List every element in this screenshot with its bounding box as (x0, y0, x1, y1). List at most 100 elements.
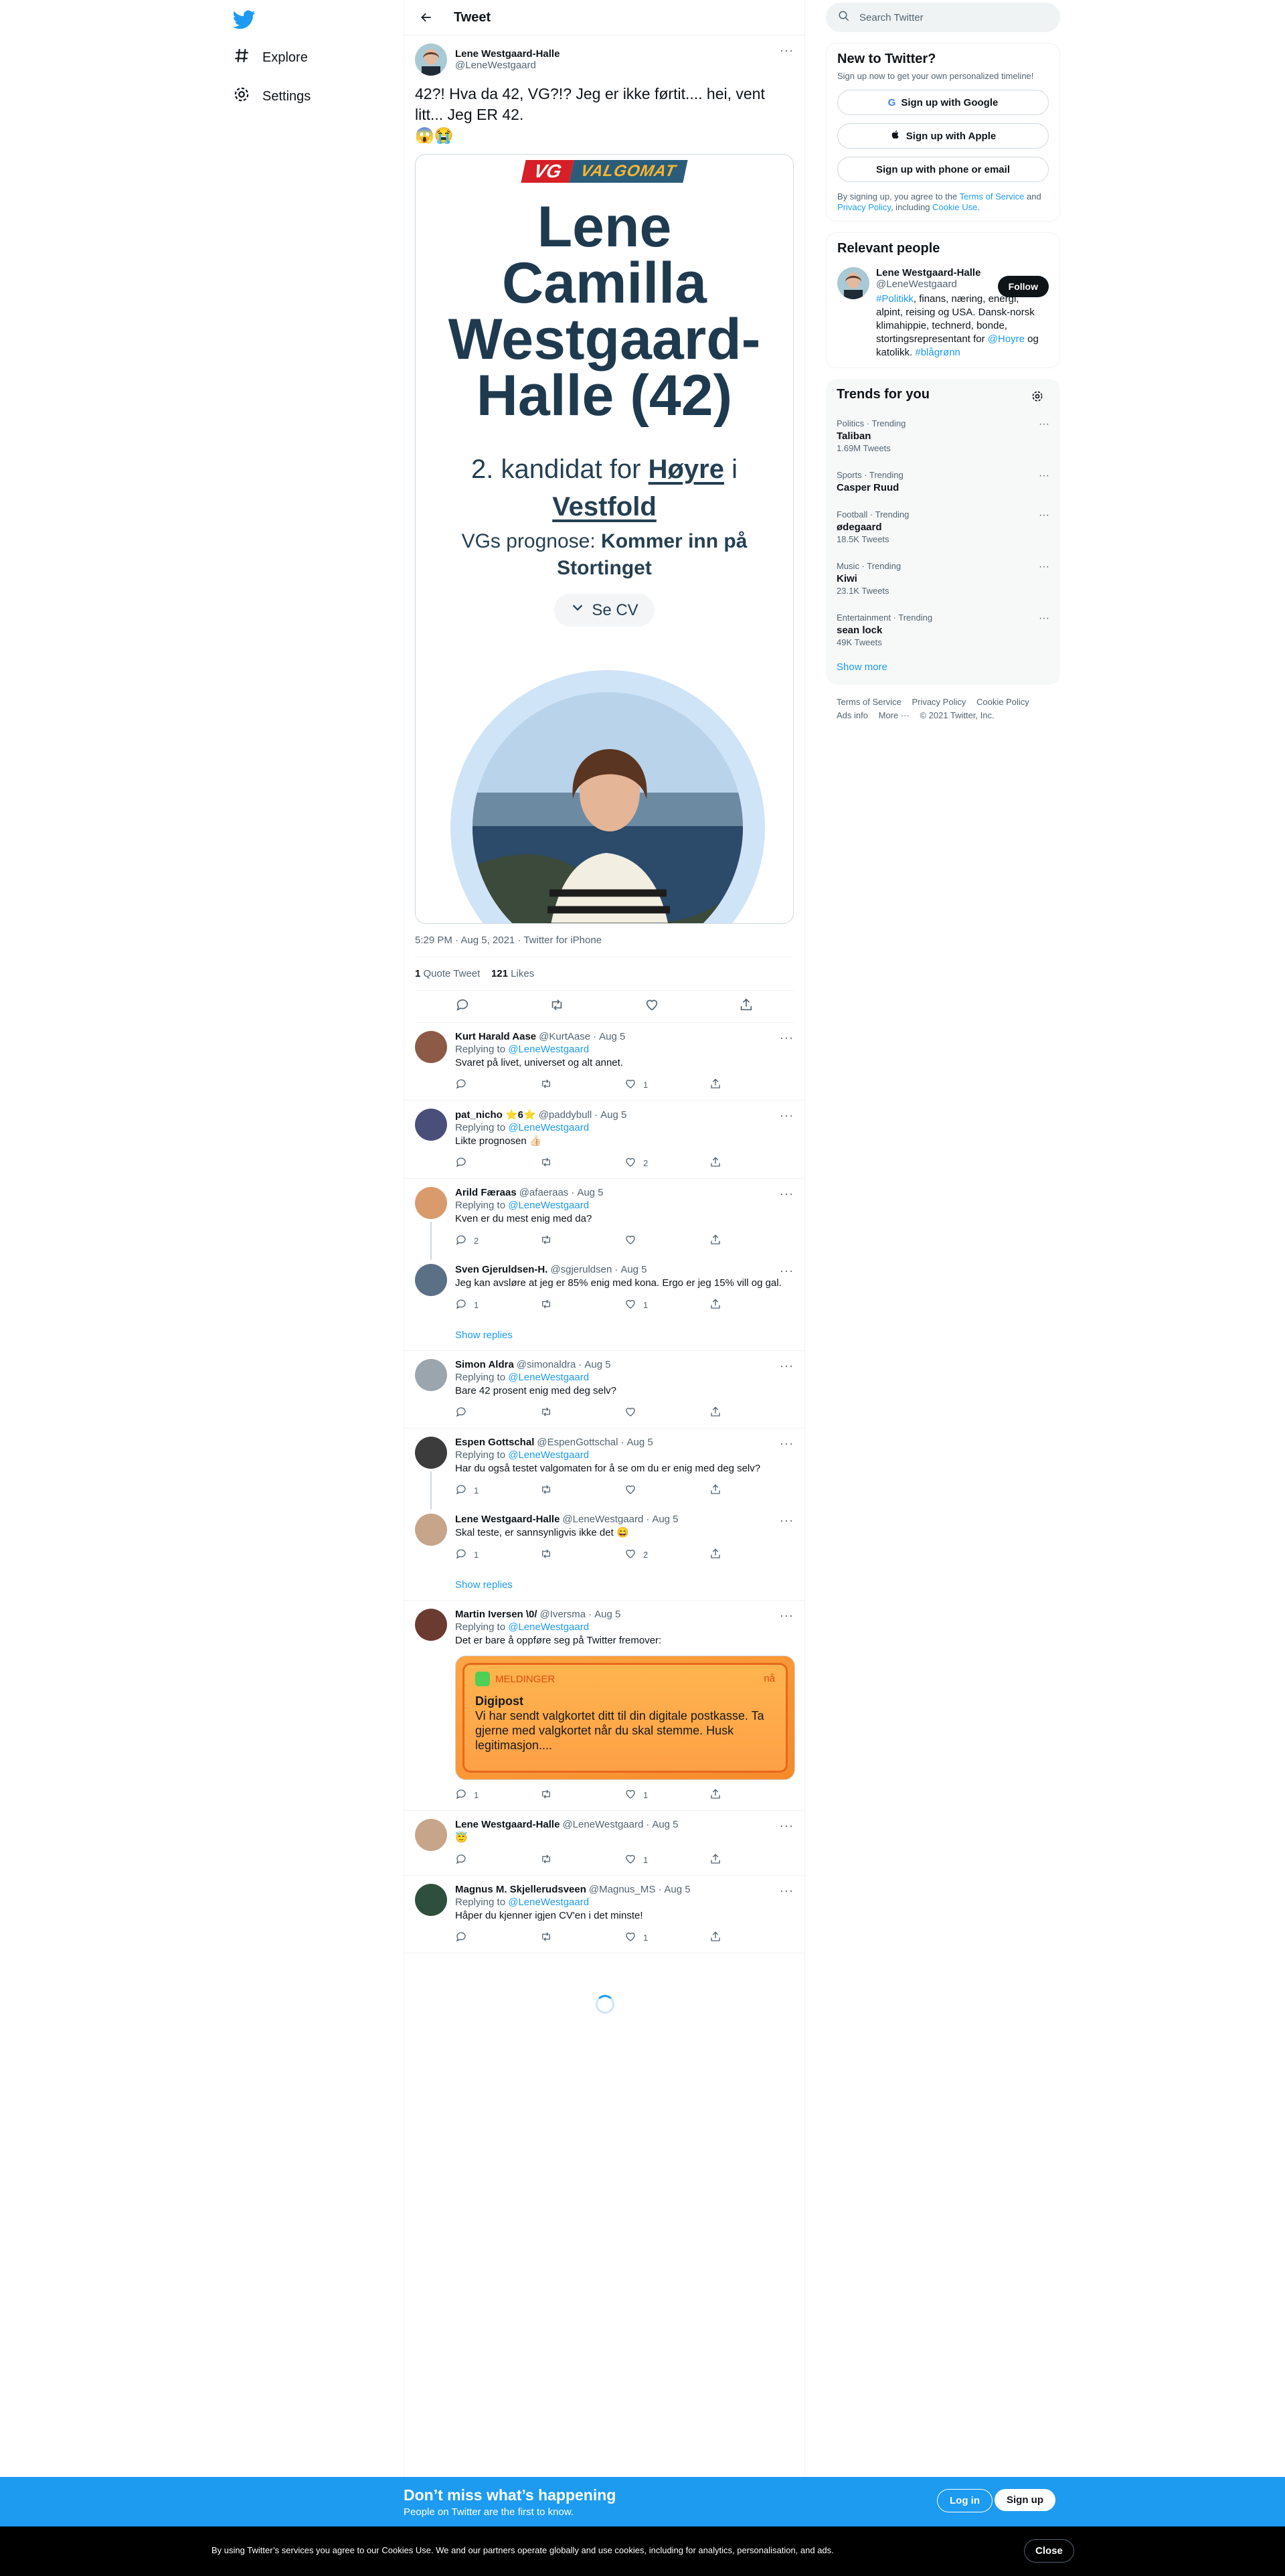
trend-item[interactable]: Politics · Trending Taliban 1.69M Tweets ··… (837, 410, 1049, 462)
trend-item[interactable]: Music · Trending Kiwi 23.1K Tweets ··· (837, 553, 1049, 605)
reply-author-handle[interactable]: @sgjeruldsen (550, 1264, 612, 1275)
show-replies-link[interactable]: Show replies (404, 1320, 804, 1351)
more-icon[interactable]: ··· (1039, 418, 1049, 430)
back-arrow-icon[interactable] (415, 6, 438, 29)
tweet-image[interactable]: VG VALGOMAT Lene Camilla Westgaard- Hall… (415, 154, 794, 924)
like-action[interactable]: 1 (624, 1078, 709, 1092)
more-icon[interactable]: ··· (780, 1359, 794, 1373)
reply-tweet[interactable]: ··· Lene Westgaard-Halle @LeneWestgaard · Au… (404, 1506, 804, 1570)
avatar[interactable] (415, 1514, 447, 1546)
reply-author-handle[interactable]: @EspenGottschal (537, 1437, 618, 1448)
reply-date[interactable]: Aug 5 (594, 1609, 620, 1620)
avatar[interactable] (415, 1609, 447, 1641)
more-icon[interactable]: ··· (780, 44, 794, 58)
more-icon[interactable]: ··· (780, 1031, 794, 1045)
avatar[interactable] (415, 1109, 447, 1141)
more-icon[interactable]: ··· (1039, 509, 1049, 521)
reply-author-handle[interactable]: @Magnus_MS (589, 1884, 655, 1895)
likes[interactable]: 121 Likes (491, 968, 534, 979)
footer-cookie-link[interactable]: Cookie Policy (976, 697, 1029, 707)
like-action[interactable]: 1 (624, 1931, 709, 1945)
reply-action[interactable]: 2 (455, 1234, 540, 1248)
retweet-action[interactable] (540, 1483, 625, 1498)
reply-author-handle[interactable]: @LeneWestgaard (562, 1819, 643, 1830)
more-icon[interactable]: ··· (1039, 561, 1049, 573)
reply-tweet[interactable]: ··· Kurt Harald Aase @KurtAase · Aug 5 Replyi… (404, 1023, 804, 1101)
reply-author-name[interactable]: Martin Iversen \0/ (455, 1609, 537, 1620)
reply-author-name[interactable]: pat_nicho ⭐6⭐ (455, 1109, 536, 1121)
twitter-logo-icon[interactable] (232, 8, 266, 33)
replying-mention[interactable]: @LeneWestgaard (508, 1044, 589, 1055)
reply-date[interactable]: Aug 5 (600, 1109, 626, 1121)
login-button[interactable]: Log in (937, 2489, 993, 2512)
share-action[interactable] (709, 1483, 794, 1498)
reply-action[interactable] (455, 1931, 540, 1945)
reply-tweet[interactable]: ··· Arild Færaas @afaeraas · Aug 5 Replying t… (404, 1179, 804, 1260)
reply-author-name[interactable]: Kurt Harald Aase (455, 1031, 536, 1042)
footer-more-link[interactable]: More ··· (879, 710, 910, 720)
more-icon[interactable]: ··· (1039, 470, 1049, 482)
reply-date[interactable]: Aug 5 (620, 1264, 647, 1275)
reply-tweet[interactable]: ··· Magnus M. Skjellerudsveen @Magnus_MS · A… (404, 1876, 804, 1953)
retweet-action[interactable] (540, 1234, 625, 1248)
avatar[interactable] (415, 1264, 447, 1296)
reply-date[interactable]: Aug 5 (626, 1437, 653, 1448)
author-name[interactable]: Lene Westgaard-Halle (455, 48, 560, 60)
author-handle[interactable]: @LeneWestgaard (455, 60, 560, 71)
replying-mention[interactable]: @LeneWestgaard (508, 1621, 589, 1633)
reply-author-name[interactable]: Magnus M. Skjellerudsveen (455, 1884, 586, 1895)
reply-action[interactable] (455, 1156, 540, 1170)
share-action[interactable] (709, 1234, 794, 1248)
trend-item[interactable]: Entertainment · Trending sean lock 49K Twe… (837, 605, 1049, 656)
like-action[interactable]: 1 (624, 1298, 709, 1312)
share-action[interactable] (709, 1078, 794, 1092)
reply-action[interactable] (455, 1853, 540, 1867)
reply-author-name[interactable]: Arild Færaas (455, 1187, 517, 1198)
share-action[interactable] (709, 1298, 794, 1312)
terms-link[interactable]: Terms of Service (960, 191, 1025, 202)
reply-date[interactable]: Aug 5 (577, 1187, 603, 1198)
reply-date[interactable]: Aug 5 (652, 1819, 678, 1830)
reply-action[interactable] (455, 1406, 540, 1420)
like-action[interactable]: 2 (624, 1548, 709, 1562)
share-action[interactable] (709, 1853, 794, 1867)
avatar[interactable] (415, 1884, 447, 1916)
reply-tweet[interactable]: ··· Martin Iversen \0/@Iversma · Aug 5 Reply… (404, 1601, 804, 1811)
retweet-action[interactable] (540, 1298, 625, 1312)
footer-ads-link[interactable]: Ads info (837, 710, 868, 720)
retweet-action[interactable] (540, 1548, 625, 1562)
reply-author-handle[interactable]: @Iversma (540, 1609, 586, 1620)
nav-settings[interactable]: Settings (233, 79, 311, 114)
reply-icon[interactable] (455, 997, 470, 1016)
reply-tweet[interactable]: ··· pat_nicho ⭐6⭐ @paddybull · Aug 5 Replying… (404, 1101, 804, 1179)
search-input[interactable]: Search Twitter (826, 3, 1060, 32)
replying-mention[interactable]: @LeneWestgaard (508, 1372, 589, 1383)
replying-mention[interactable]: @LeneWestgaard (508, 1122, 589, 1133)
retweet-icon[interactable] (549, 997, 564, 1016)
reply-tweet[interactable]: ··· Sven Gjeruldsen-H. @sgjeruldsen · Aug 5J… (404, 1256, 804, 1320)
like-action[interactable]: 1 (624, 1853, 709, 1867)
reply-author-handle[interactable]: @paddybull (539, 1109, 592, 1121)
avatar[interactable] (415, 1437, 447, 1469)
reply-image[interactable]: MELDINGER nå Digipost Vi har sendt valgkort… (455, 1656, 795, 1780)
like-action[interactable] (624, 1406, 709, 1420)
more-icon[interactable]: ··· (780, 1264, 794, 1278)
reply-date[interactable]: Aug 5 (584, 1359, 610, 1370)
reply-tweet[interactable]: ··· Simon Aldra @simonaldra · Aug 5 Replying … (404, 1351, 804, 1429)
like-action[interactable]: 1 (624, 1788, 709, 1802)
retweet-action[interactable] (540, 1156, 625, 1170)
more-icon[interactable]: ··· (1039, 613, 1049, 625)
reply-author-name[interactable]: Lene Westgaard-Halle (455, 1819, 560, 1830)
avatar[interactable] (415, 1819, 447, 1851)
share-action[interactable] (709, 1788, 794, 1802)
reply-author-name[interactable]: Lene Westgaard-Halle (455, 1514, 560, 1525)
reply-author-handle[interactable]: @LeneWestgaard (562, 1514, 643, 1525)
more-icon[interactable]: ··· (780, 1187, 794, 1201)
retweet-action[interactable] (540, 1078, 625, 1092)
reply-action[interactable]: 1 (455, 1548, 540, 1562)
trend-item[interactable]: Football · Trending ødegaard 18.5K Tweets ·… (837, 501, 1049, 553)
reply-tweet[interactable]: ··· Espen Gottschal @EspenGottschal · Aug 5R… (404, 1429, 804, 1510)
retweet-action[interactable] (540, 1788, 625, 1802)
quote-tweets[interactable]: 1 Quote Tweet (415, 968, 480, 979)
share-action[interactable] (709, 1156, 794, 1170)
